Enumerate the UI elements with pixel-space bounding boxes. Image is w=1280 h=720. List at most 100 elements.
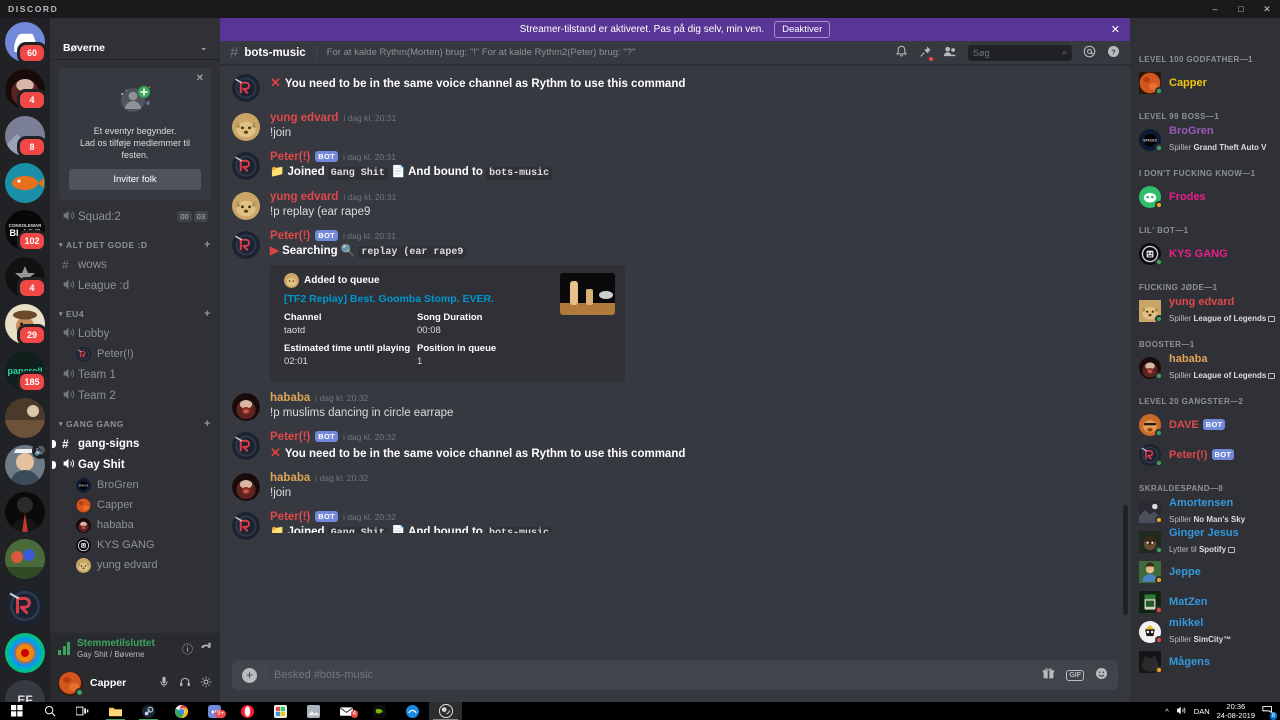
server-icon-guild-fish[interactable]	[5, 163, 45, 203]
mention-icon[interactable]	[1083, 45, 1096, 61]
message-author[interactable]: yung edvard	[270, 112, 338, 124]
member-jeppe[interactable]: Jeppe	[1130, 557, 1280, 587]
embed-title[interactable]: [TF2 Replay] Best. Goomba Stomp. EVER.	[284, 293, 550, 305]
avatar[interactable]	[232, 152, 260, 180]
message-author[interactable]: Peter(!)	[270, 431, 310, 443]
gear-icon[interactable]	[200, 676, 212, 691]
member-frodes[interactable]: Frodes	[1130, 182, 1280, 212]
member-capper[interactable]: Capper	[1130, 68, 1280, 98]
message-author[interactable]: Peter(!)	[270, 151, 310, 163]
guild-header[interactable]: Bøverne ⌄	[50, 36, 220, 60]
channel-gay-shit[interactable]: Gay Shit	[52, 454, 214, 475]
action-center-icon[interactable]: 8	[1262, 704, 1277, 720]
info-icon[interactable]: ⓘ	[182, 641, 193, 657]
server-icon-guild-paperoll[interactable]: paperoll185	[5, 351, 47, 393]
system-tray[interactable]: ^ DAN 20:36 24-08-2019 8	[1165, 702, 1280, 720]
voice-member[interactable]: Capper	[70, 495, 214, 515]
taskbar-mail-icon[interactable]: 4	[330, 702, 363, 720]
gif-icon[interactable]: GIF	[1066, 669, 1084, 681]
headset-icon[interactable]	[179, 676, 191, 691]
deactivate-button[interactable]: Deaktiver	[774, 21, 831, 38]
server-rail[interactable]: 60 4 8 CONSOLEWARBLADE102 4 29 paperoll185 🔊 EF 1…	[0, 18, 50, 702]
member-peter-[interactable]: Peter(!) BOT	[1130, 440, 1280, 470]
server-icon-guild-cap[interactable]: 🔊	[5, 443, 48, 485]
voice-member[interactable]: KYS GANG	[70, 535, 214, 555]
server-icon-guild-rythm[interactable]	[5, 586, 45, 626]
avatar[interactable]	[58, 670, 84, 697]
channel-category[interactable]: ▾ GANG GANG +	[50, 406, 220, 433]
message-author[interactable]: Peter(!)	[270, 511, 310, 523]
member-yung-edvard[interactable]: yung edvard Spiller League of Legends	[1130, 296, 1280, 326]
gift-icon[interactable]	[1042, 667, 1055, 683]
avatar[interactable]	[232, 231, 260, 259]
channel-squad-2[interactable]: Squad:2 00 03	[56, 206, 214, 227]
message-input[interactable]: Besked #bots-music	[274, 669, 1042, 681]
member-list[interactable]: LEVEL 100 GODFATHER—1 Capper LEVEL 99 BO…	[1130, 18, 1280, 702]
taskbar-windows-start-icon[interactable]	[0, 702, 33, 720]
create-channel-button[interactable]: +	[204, 239, 211, 251]
server-icon-guild-hat[interactable]: 29	[5, 304, 47, 346]
member-amortensen[interactable]: Amortensen Spiller No Man's Sky	[1130, 497, 1280, 527]
server-icon-guild-blade[interactable]: CONSOLEWARBLADE102	[5, 210, 47, 252]
server-icon-guild-face[interactable]: 4	[5, 69, 47, 111]
member-kys-gang[interactable]: KYS GANG	[1130, 239, 1280, 269]
bell-icon[interactable]	[895, 45, 908, 61]
avatar[interactable]	[232, 432, 260, 460]
disconnect-icon[interactable]	[200, 641, 212, 656]
message-scroll-area[interactable]: ✕ You need to be in the same voice channe…	[220, 65, 1130, 652]
message-author[interactable]: hababa	[270, 392, 310, 404]
keyboard-language[interactable]: DAN	[1194, 707, 1210, 716]
volume-icon[interactable]	[1176, 705, 1187, 718]
microphone-icon[interactable]	[158, 676, 170, 691]
avatar[interactable]	[232, 473, 260, 501]
avatar[interactable]	[232, 512, 260, 540]
channel-category[interactable]: ▾ ALT DET GODE :D +	[50, 227, 220, 254]
emoji-icon[interactable]	[1095, 667, 1108, 683]
taskbar-chrome-icon[interactable]	[165, 702, 198, 720]
voice-member[interactable]: Peter(!)	[70, 344, 214, 364]
server-icon-guild-group[interactable]	[5, 539, 45, 579]
member-ginger-jesus[interactable]: Ginger Jesus Lytter til Spotify	[1130, 527, 1280, 557]
pin-icon[interactable]	[919, 45, 934, 62]
message-author[interactable]: yung edvard	[270, 191, 338, 203]
taskbar-file-explorer-icon[interactable]	[99, 702, 132, 720]
taskbar-photos-icon[interactable]	[297, 702, 330, 720]
member-hababa[interactable]: hababa Spiller League of Legends	[1130, 353, 1280, 383]
server-icon-guild-dark[interactable]: 4	[5, 257, 47, 299]
member-dave[interactable]: DAVE BOT	[1130, 410, 1280, 440]
avatar[interactable]	[232, 113, 260, 141]
channel-category[interactable]: ▾ EU4 +	[50, 296, 220, 323]
taskbar-nvidia-icon[interactable]	[363, 702, 396, 720]
message-author[interactable]: hababa	[270, 472, 310, 484]
tray-chevron-icon[interactable]: ^	[1165, 707, 1169, 716]
message-input-wrapper[interactable]: + Besked #bots-music GIF	[232, 660, 1118, 690]
message-author[interactable]: Peter(!)	[270, 230, 310, 242]
server-icon-guild-ef[interactable]: EF	[5, 680, 45, 702]
create-channel-button[interactable]: +	[204, 308, 211, 320]
server-icon-guild-suit[interactable]	[5, 492, 45, 532]
close-icon[interactable]: ✕	[196, 73, 204, 84]
member-mikkel[interactable]: mikkel Spiller SimCity™	[1130, 617, 1280, 647]
close-button[interactable]: ✕	[1254, 0, 1280, 18]
message-scrollbar[interactable]	[1123, 505, 1128, 615]
channel-team-2[interactable]: Team 2	[56, 385, 214, 406]
taskbar-steam-icon[interactable]	[132, 702, 165, 720]
server-icon-discord-home[interactable]: 60	[5, 22, 47, 64]
member-matzen[interactable]: MatZen	[1130, 587, 1280, 617]
maximize-button[interactable]: □	[1228, 0, 1254, 18]
minimize-button[interactable]: –	[1202, 0, 1228, 18]
help-icon[interactable]: ?	[1107, 45, 1120, 61]
voice-member[interactable]: yung edvard	[70, 555, 214, 575]
taskbar-microsoft-store-icon[interactable]	[264, 702, 297, 720]
server-icon-guild-photo[interactable]	[5, 398, 45, 438]
avatar[interactable]	[232, 393, 260, 421]
voice-member[interactable]: hababa	[70, 515, 214, 535]
taskbar-opera-icon[interactable]	[231, 702, 264, 720]
taskbar-search-icon[interactable]	[33, 702, 66, 720]
voice-member[interactable]: SPACEX BroGren	[70, 475, 214, 495]
server-icon-guild-grey[interactable]: 8	[5, 116, 47, 158]
search-input[interactable]: Søg ⌕	[968, 44, 1072, 61]
server-icon-guild-rainbow[interactable]	[5, 633, 45, 673]
avatar[interactable]	[232, 74, 260, 102]
invite-people-button[interactable]: Inviter folk	[69, 169, 201, 190]
